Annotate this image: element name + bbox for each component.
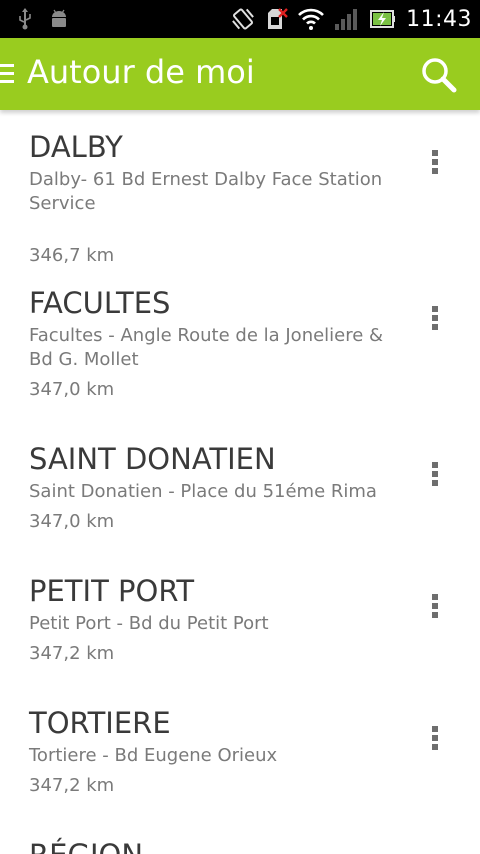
station-address: Saint Donatien - Place du 51éme Rima — [29, 481, 377, 502]
station-address: Facultes - Angle Route de la Joneliere &… — [29, 325, 384, 370]
usb-icon — [18, 8, 32, 30]
station-name: PETIT PORT — [29, 574, 195, 608]
list-item[interactable]: SAINT DONATIEN Saint Donatien - Place du… — [0, 442, 480, 542]
station-name: SAINT DONATIEN — [29, 442, 276, 476]
overflow-menu-icon[interactable] — [420, 306, 450, 342]
vibrate-icon — [230, 6, 256, 32]
station-distance: 346,7 km — [29, 245, 115, 266]
station-address: Petit Port - Bd du Petit Port — [29, 613, 269, 634]
station-name: RÉGION — [29, 838, 143, 854]
station-address: Tortiere - Bd Eugene Orieux — [29, 745, 278, 766]
list-item[interactable]: FACULTES Facultes - Angle Route de la Jo… — [0, 286, 480, 410]
overflow-menu-icon[interactable] — [420, 150, 450, 186]
station-distance: 347,0 km — [29, 511, 115, 532]
battery-charging-icon — [370, 8, 396, 30]
signal-icon — [334, 7, 360, 31]
station-name: DALBY — [29, 130, 123, 164]
list-item[interactable]: RÉGION — [0, 838, 480, 854]
page-title[interactable]: Autour de moi — [27, 53, 255, 91]
overflow-menu-icon[interactable] — [420, 726, 450, 762]
wifi-icon — [298, 7, 325, 31]
station-distance: 347,0 km — [29, 379, 115, 400]
hamburger-menu-icon[interactable] — [0, 64, 16, 84]
station-distance: 347,2 km — [29, 643, 115, 664]
station-distance: 347,2 km — [29, 775, 115, 796]
station-list[interactable]: DALBY Dalby- 61 Bd Ernest Dalby Face Sta… — [0, 110, 480, 854]
status-bar: 11:43 — [0, 0, 480, 38]
status-bar-time: 11:43 — [406, 6, 472, 32]
station-address: Dalby- 61 Bd Ernest Dalby Face Station S… — [29, 169, 383, 214]
station-name: TORTIERE — [29, 706, 171, 740]
list-item[interactable]: PETIT PORT Petit Port - Bd du Petit Port… — [0, 574, 480, 674]
overflow-menu-icon[interactable] — [420, 462, 450, 498]
overflow-menu-icon[interactable] — [420, 594, 450, 630]
no-sim-icon — [266, 7, 288, 31]
list-item[interactable]: DALBY Dalby- 61 Bd Ernest Dalby Face Sta… — [0, 130, 480, 266]
list-item[interactable]: TORTIERE Tortiere - Bd Eugene Orieux 347… — [0, 706, 480, 806]
station-name: FACULTES — [29, 286, 171, 320]
action-bar: Autour de moi — [0, 38, 480, 110]
search-button[interactable] — [420, 56, 458, 94]
search-icon — [420, 58, 458, 98]
android-debug-icon — [50, 9, 68, 29]
